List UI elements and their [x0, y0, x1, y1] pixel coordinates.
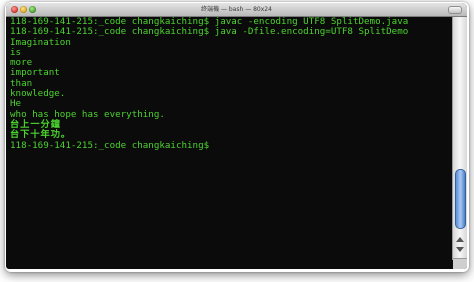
terminal-line-output: knowledge.: [10, 88, 66, 100]
terminal-prompt-line[interactable]: 118-169-141-215:_code changkaiching$: [10, 139, 450, 151]
terminal-line-output: is: [10, 46, 22, 58]
window-title: 终端機 — bash — 80x24: [201, 6, 272, 13]
text-cursor: [211, 141, 216, 150]
scroll-thumb[interactable]: [455, 169, 466, 229]
scroll-up-arrow-icon[interactable]: [456, 237, 464, 242]
terminal-window: 终端機 — bash — 80x24 118-169-141-215:_code…: [6, 3, 467, 269]
terminal-line-output: more: [10, 57, 33, 69]
terminal-line-output: who has hope has everything.: [10, 108, 165, 120]
toolbar-toggle-button[interactable]: [448, 6, 462, 14]
terminal-prompt: 118-169-141-215:_code changkaiching$: [10, 139, 210, 151]
terminal-line-output: Imagination: [10, 36, 71, 48]
title-bar[interactable]: 终端機 — bash — 80x24: [6, 3, 467, 17]
terminal-line-output: than: [10, 77, 33, 89]
terminal-line-command-java: 118-169-141-215:_code changkaiching$ jav…: [10, 26, 409, 38]
terminal-output[interactable]: 118-169-141-215:_code changkaiching$ jav…: [10, 17, 450, 265]
scroll-down-arrow-icon[interactable]: [456, 247, 464, 252]
terminal-line-output-cjk: 台上一分鐘: [10, 118, 61, 130]
vertical-scrollbar[interactable]: [452, 17, 467, 260]
resize-grip-icon[interactable]: [453, 258, 467, 269]
terminal-line-output: important: [10, 67, 60, 79]
